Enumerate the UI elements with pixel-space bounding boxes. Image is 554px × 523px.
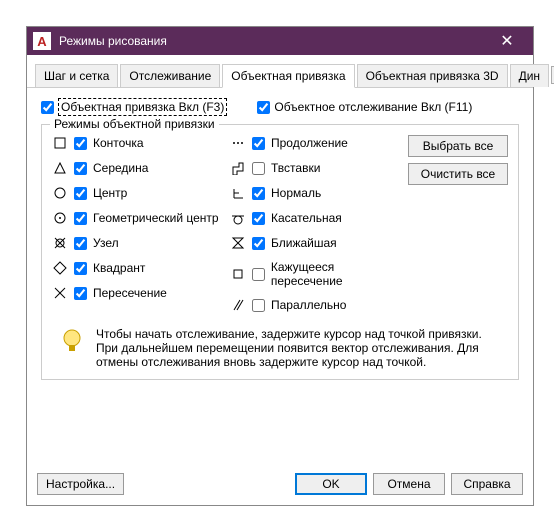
extension-checkbox[interactable] <box>252 137 265 150</box>
perpendicular-icon <box>230 185 246 201</box>
tab-osnap[interactable]: Объектная привязка <box>222 64 354 88</box>
osnap-enable-label: Объектная привязка Вкл (F3) <box>58 98 227 116</box>
perpendicular-checkbox[interactable] <box>252 187 265 200</box>
tab-bar: Шаг и сетка Отслеживание Объектная привя… <box>27 55 533 88</box>
tip-panel: Чтобы начать отслеживание, задержите кур… <box>52 327 508 369</box>
options-button[interactable]: Настройка... <box>37 473 124 495</box>
dialog-window: A Режимы рисования ✕ Шаг и сетка Отслежи… <box>26 26 534 506</box>
group-title: Режимы объектной привязки <box>50 117 219 131</box>
tab-tracking[interactable]: Отслеживание <box>120 64 220 87</box>
center-icon <box>52 185 68 201</box>
midpoint-label: Середина <box>93 161 148 175</box>
geocenter-checkbox[interactable] <box>74 212 87 225</box>
quadrant-label: Квадрант <box>93 261 145 275</box>
center-checkbox[interactable] <box>74 187 87 200</box>
geocenter-label: Геометрический центр <box>93 211 219 225</box>
node-checkbox[interactable] <box>74 237 87 250</box>
clear-all-button[interactable]: Очистить все <box>408 163 508 185</box>
extension-label: Продолжение <box>271 136 348 150</box>
cancel-button[interactable]: Отмена <box>373 473 445 495</box>
endpoint-label: Конточка <box>93 136 144 150</box>
geocenter-icon <box>52 210 68 226</box>
parallel-label: Параллельно <box>271 298 346 312</box>
parallel-icon <box>230 297 246 313</box>
dialog-footer: Настройка... OK Отмена Справка <box>37 473 523 495</box>
osnap-enable-checkbox[interactable]: Объектная привязка Вкл (F3) <box>41 98 227 116</box>
lightbulb-icon <box>58 327 86 355</box>
close-button[interactable]: ✕ <box>487 27 527 55</box>
endpoint-icon <box>52 135 68 151</box>
apparent-icon <box>230 266 246 282</box>
tangent-icon <box>230 210 246 226</box>
otrack-enable-label: Объектное отслеживание Вкл (F11) <box>274 100 472 114</box>
otrack-enable-input[interactable] <box>257 101 270 114</box>
tangent-checkbox[interactable] <box>252 212 265 225</box>
intersection-checkbox[interactable] <box>74 287 87 300</box>
intersection-icon <box>52 285 68 301</box>
tab-osnap-3d[interactable]: Объектная привязка 3D <box>357 64 508 87</box>
apparent-label: Кажущееся пересечение <box>271 260 408 288</box>
node-icon <box>52 235 68 251</box>
tab-content: Объектная привязка Вкл (F3) Объектное от… <box>27 88 533 390</box>
app-icon: A <box>33 32 51 50</box>
select-all-button[interactable]: Выбрать все <box>408 135 508 157</box>
nearest-checkbox[interactable] <box>252 237 265 250</box>
parallel-checkbox[interactable] <box>252 299 265 312</box>
node-label: Узел <box>93 236 119 250</box>
tab-dynamic[interactable]: Дин <box>510 64 549 87</box>
quadrant-icon <box>52 260 68 276</box>
tangent-label: Касательная <box>271 211 342 225</box>
midpoint-icon <box>52 160 68 176</box>
otrack-enable-checkbox[interactable]: Объектное отслеживание Вкл (F11) <box>257 98 472 116</box>
center-label: Центр <box>93 186 127 200</box>
insertion-checkbox[interactable] <box>252 162 265 175</box>
tab-snap-grid[interactable]: Шаг и сетка <box>35 64 118 87</box>
midpoint-checkbox[interactable] <box>74 162 87 175</box>
help-button[interactable]: Справка <box>451 473 523 495</box>
osnap-enable-input[interactable] <box>41 101 54 114</box>
ok-button[interactable]: OK <box>295 473 367 495</box>
apparent-checkbox[interactable] <box>252 268 265 281</box>
insertion-label: Твставки <box>271 161 320 175</box>
endpoint-checkbox[interactable] <box>74 137 87 150</box>
quadrant-checkbox[interactable] <box>74 262 87 275</box>
insertion-icon <box>230 160 246 176</box>
perpendicular-label: Нормаль <box>271 186 321 200</box>
window-title: Режимы рисования <box>59 34 487 48</box>
tip-text: Чтобы начать отслеживание, задержите кур… <box>96 327 502 369</box>
intersection-label: Пересечение <box>93 286 167 300</box>
nearest-label: Ближайшая <box>271 236 337 250</box>
titlebar: A Режимы рисования ✕ <box>27 27 533 55</box>
extension-icon <box>230 135 246 151</box>
osnap-modes-group: Режимы объектной привязки Конточка Серед… <box>41 124 519 380</box>
nearest-icon <box>230 235 246 251</box>
